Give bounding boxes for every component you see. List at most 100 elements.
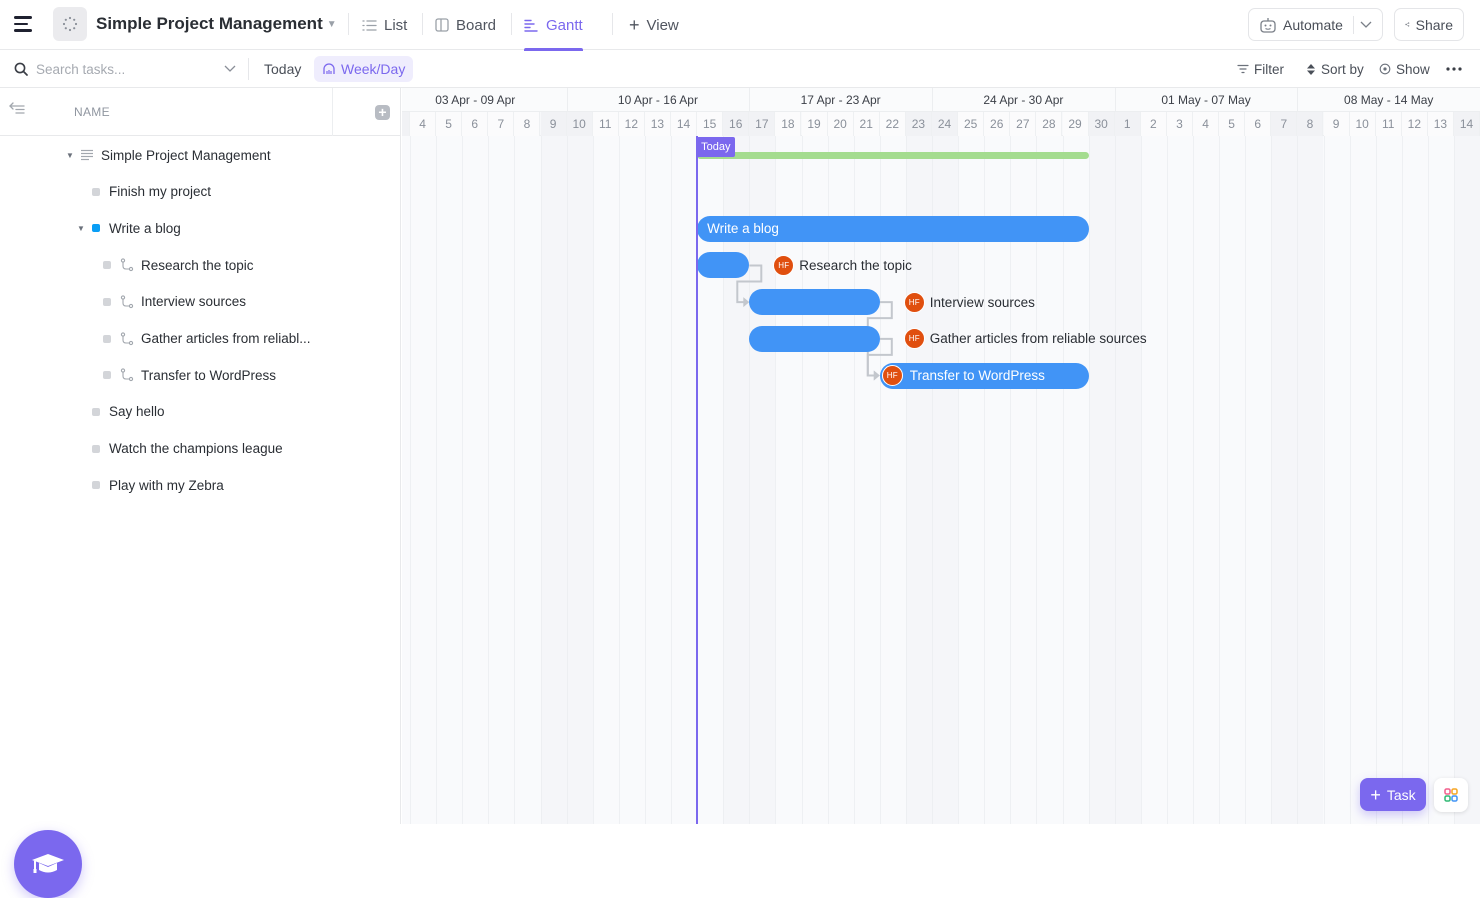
space-title[interactable]: Simple Project Management ▼ bbox=[96, 14, 337, 34]
bar-label: Research the topic bbox=[799, 257, 912, 273]
task-row[interactable]: Research the topic bbox=[0, 247, 400, 283]
status-icon[interactable] bbox=[92, 224, 100, 233]
row-label: Simple Project Management bbox=[101, 147, 271, 163]
bar-label: Gather articles from reliable sources bbox=[929, 331, 1147, 347]
tab-label: List bbox=[384, 16, 408, 34]
automate-button[interactable]: Automate bbox=[1248, 8, 1383, 41]
dependency-lines bbox=[736, 264, 893, 381]
task-row[interactable]: Play with my Zebra bbox=[0, 467, 400, 503]
row-label: Transfer to WordPress bbox=[141, 367, 277, 383]
calendar-scale-icon bbox=[323, 63, 335, 74]
task-row[interactable]: Say hello bbox=[0, 394, 400, 430]
tab-label: Board bbox=[456, 16, 497, 34]
plus-icon: + bbox=[629, 14, 640, 35]
share-button[interactable]: Share bbox=[1394, 8, 1464, 41]
menu-icon[interactable] bbox=[14, 16, 34, 32]
task-row[interactable]: Watch the champions league bbox=[0, 431, 400, 467]
list-icon bbox=[81, 149, 93, 161]
search-icon bbox=[14, 62, 28, 76]
chevron-down-icon[interactable] bbox=[224, 65, 236, 73]
bar-outside-label[interactable]: HF Research the topic bbox=[773, 252, 912, 278]
task-row[interactable]: Finish my project bbox=[0, 174, 400, 210]
status-icon[interactable] bbox=[92, 444, 100, 453]
task-row[interactable]: ▼ Write a blog bbox=[0, 210, 400, 246]
tab-label: Gantt bbox=[546, 16, 583, 34]
toolbar: Today Week/Day Filter Sort by Show bbox=[0, 50, 1480, 88]
top-bar: Simple Project Management ▼ List Board G… bbox=[0, 0, 1480, 51]
more-options-button[interactable] bbox=[1446, 56, 1462, 82]
scale-selector[interactable]: Week/Day bbox=[314, 56, 414, 82]
more-icon bbox=[1446, 67, 1462, 71]
expand-toggle-icon[interactable]: ▼ bbox=[65, 151, 75, 160]
collapse-panel-icon[interactable] bbox=[9, 102, 25, 114]
gantt-bar[interactable] bbox=[749, 325, 880, 352]
bar-outside-label[interactable]: HF Gather articles from reliable sources bbox=[903, 326, 1147, 352]
status-icon[interactable] bbox=[103, 371, 111, 380]
divider bbox=[248, 58, 249, 80]
gantt-icon bbox=[524, 19, 538, 32]
task-row[interactable]: Transfer to WordPress bbox=[0, 357, 400, 393]
subtask-icon bbox=[120, 295, 134, 308]
tab-board[interactable]: Board bbox=[435, 0, 496, 50]
today-label: Today bbox=[264, 61, 302, 77]
task-row[interactable]: ▼ Simple Project Management bbox=[0, 137, 400, 173]
search-input[interactable] bbox=[36, 61, 206, 77]
tab-gantt[interactable]: Gantt bbox=[524, 0, 583, 51]
today-marker: Today bbox=[696, 137, 736, 157]
apps-button[interactable] bbox=[1434, 778, 1468, 812]
status-icon[interactable] bbox=[103, 297, 111, 306]
search-box[interactable] bbox=[14, 58, 238, 80]
chevron-down-icon[interactable] bbox=[1360, 21, 1372, 29]
gantt-bar[interactable] bbox=[697, 252, 750, 279]
space-icon[interactable] bbox=[53, 7, 87, 41]
add-view-button[interactable]: + View bbox=[629, 0, 679, 50]
sort-button[interactable]: Sort by bbox=[1306, 56, 1364, 82]
name-column-header[interactable]: NAME bbox=[74, 105, 110, 119]
learning-center-button[interactable] bbox=[14, 830, 82, 898]
automate-label: Automate bbox=[1283, 16, 1343, 33]
plus-icon: + bbox=[1370, 784, 1381, 805]
assignee-avatar[interactable]: HF bbox=[881, 365, 903, 387]
filter-label: Filter bbox=[1254, 61, 1284, 77]
share-icon bbox=[1405, 22, 1410, 27]
bar-outside-label[interactable]: HF Interview sources bbox=[903, 289, 1035, 315]
status-icon[interactable] bbox=[92, 407, 100, 416]
row-label: Play with my Zebra bbox=[109, 477, 224, 493]
caret-down-icon: ▼ bbox=[326, 18, 337, 30]
board-icon bbox=[435, 18, 449, 32]
divider bbox=[1352, 15, 1354, 34]
task-list-panel: NAME + ▼ Simple Project Management Finish … bbox=[0, 88, 401, 898]
today-line bbox=[696, 136, 699, 824]
task-row[interactable]: Gather articles from reliabl... bbox=[0, 321, 400, 357]
graduation-cap-icon bbox=[32, 854, 64, 873]
task-row[interactable]: Interview sources bbox=[0, 284, 400, 320]
row-label: Finish my project bbox=[109, 184, 212, 200]
add-column-button[interactable]: + bbox=[375, 105, 390, 120]
dependency-arrow-icon bbox=[873, 370, 880, 381]
bar-label: Interview sources bbox=[929, 294, 1035, 310]
status-icon[interactable] bbox=[103, 334, 111, 343]
status-icon[interactable] bbox=[92, 187, 100, 196]
assignee-avatar[interactable]: HF bbox=[773, 254, 795, 276]
robot-icon bbox=[1260, 17, 1276, 33]
add-task-label: Task bbox=[1386, 786, 1416, 803]
show-button[interactable]: Show bbox=[1379, 56, 1430, 82]
share-label: Share bbox=[1415, 16, 1453, 33]
project-span-bar[interactable] bbox=[697, 151, 1089, 159]
gantt-bar[interactable]: HF Transfer to WordPress bbox=[879, 362, 1089, 389]
assignee-avatar[interactable]: HF bbox=[903, 291, 925, 313]
gantt-chart: 03 Apr - 09 Apr 10 Apr - 16 Apr 17 Apr - 2… bbox=[402, 88, 1480, 824]
gantt-bar[interactable]: Write a blog bbox=[697, 215, 1089, 242]
assignee-avatar[interactable]: HF bbox=[903, 328, 925, 350]
filter-button[interactable]: Filter bbox=[1237, 56, 1284, 82]
list-icon bbox=[362, 19, 377, 31]
sort-label: Sort by bbox=[1321, 61, 1364, 77]
expand-toggle-icon[interactable]: ▼ bbox=[76, 224, 86, 233]
today-button[interactable]: Today bbox=[264, 56, 301, 82]
subtask-icon bbox=[120, 368, 134, 382]
status-icon[interactable] bbox=[103, 261, 111, 270]
add-task-button[interactable]: + Task bbox=[1360, 778, 1426, 811]
tab-list[interactable]: List bbox=[362, 0, 407, 50]
status-icon[interactable] bbox=[92, 481, 100, 490]
gantt-bar[interactable] bbox=[749, 289, 880, 316]
